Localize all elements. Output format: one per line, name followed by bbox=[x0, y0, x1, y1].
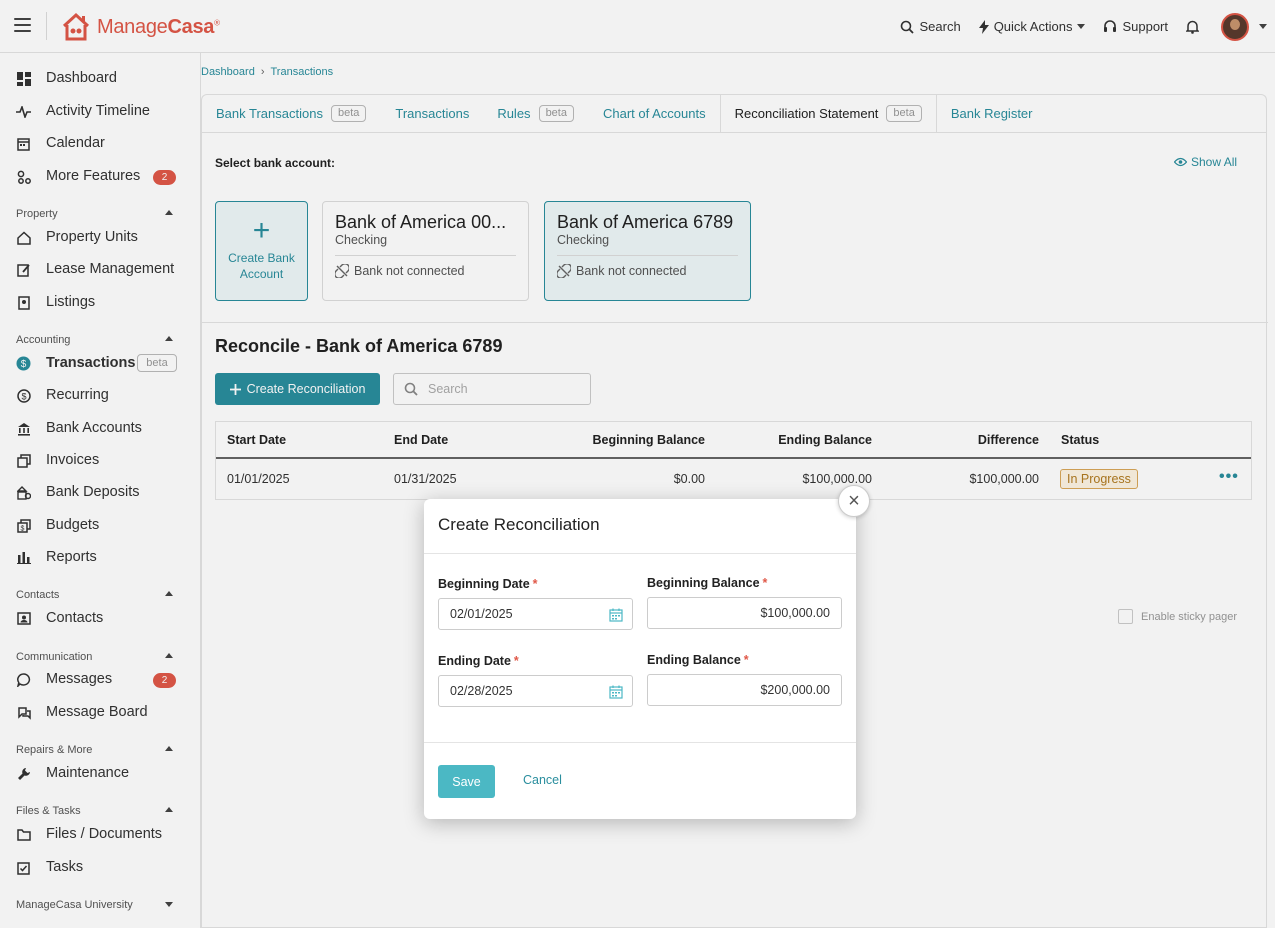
app-root: ManageCasa® Search Quick Actions Support bbox=[0, 0, 1275, 928]
divider bbox=[424, 742, 856, 743]
calendar-icon[interactable] bbox=[609, 608, 623, 622]
cancel-button[interactable]: Cancel bbox=[523, 773, 562, 787]
ending-date-field[interactable]: 02/28/2025 bbox=[438, 675, 633, 707]
beginning-balance-field[interactable]: $100,000.00 bbox=[647, 597, 842, 629]
beginning-balance-value: $100,000.00 bbox=[760, 606, 830, 620]
ending-balance-value: $200,000.00 bbox=[760, 683, 830, 697]
beginning-date-label: Beginning Date * bbox=[438, 577, 538, 591]
modal-title: Create Reconciliation bbox=[438, 515, 600, 534]
save-button[interactable]: Save bbox=[438, 765, 495, 798]
beginning-date-field[interactable]: 02/01/2025 bbox=[438, 598, 633, 630]
ending-balance-label: Ending Balance * bbox=[647, 653, 749, 667]
divider bbox=[424, 553, 856, 554]
ending-date-value: 02/28/2025 bbox=[450, 684, 513, 698]
ending-balance-field[interactable]: $200,000.00 bbox=[647, 674, 842, 706]
beginning-balance-label: Beginning Balance * bbox=[647, 576, 768, 590]
create-reconciliation-modal: Create Reconciliation × Beginning Date * … bbox=[424, 485, 870, 819]
ending-date-label: Ending Date * bbox=[438, 654, 519, 668]
close-icon[interactable]: × bbox=[838, 485, 870, 517]
beginning-date-value: 02/01/2025 bbox=[450, 607, 513, 621]
calendar-icon[interactable] bbox=[609, 685, 623, 699]
